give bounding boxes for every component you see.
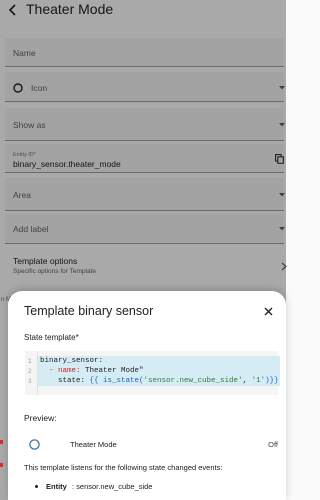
code-dash: - (40, 367, 59, 375)
code-tpl-open: {{ (89, 377, 99, 385)
state-template-label: State template* (24, 333, 79, 342)
code-key: name: (58, 367, 81, 375)
code-line: state: {{ is_state('sensor.new_cube_side… (38, 376, 280, 386)
code-line-text: binary_sensor: (40, 357, 104, 365)
code-line: - name: Theater Mode" (38, 366, 280, 376)
entity-listener-label: Entity (46, 482, 67, 491)
close-icon[interactable] (264, 307, 273, 316)
line-number: 3 (28, 378, 32, 385)
preview-label: Preview: (24, 413, 57, 423)
listens-description: This template listens for the following … (24, 463, 223, 472)
background-red-marker (0, 463, 3, 467)
line-number: 1 (28, 358, 32, 365)
code-line: binary_sensor: (38, 356, 280, 366)
code-indent: state: (40, 377, 90, 385)
code-comma: , (242, 377, 252, 385)
code-str: 'sensor.new_cube_side' (143, 377, 243, 385)
entity-listener-value: : sensor.new_cube_side (72, 482, 153, 491)
line-number: 2 (28, 368, 32, 375)
list-bullet (35, 485, 38, 488)
code-rest: Theater Mode" (80, 367, 144, 375)
code-fn: is_state( (98, 377, 144, 385)
preview-entity-state: Off (268, 440, 278, 449)
template-binary-sensor-dialog: Template binary sensor State template* 1… (8, 291, 286, 500)
background-red-marker (0, 440, 3, 444)
dialog-title: Template binary sensor (24, 304, 154, 318)
code-tpl-close: }} (269, 377, 279, 385)
circle-outline-icon (29, 439, 40, 450)
state-template-editor[interactable]: 1 2 3 binary_sensor: - name: Theater Mod… (25, 351, 280, 395)
preview-entity-name: Theater Mode (70, 440, 117, 449)
code-str2: '1' (251, 377, 266, 385)
